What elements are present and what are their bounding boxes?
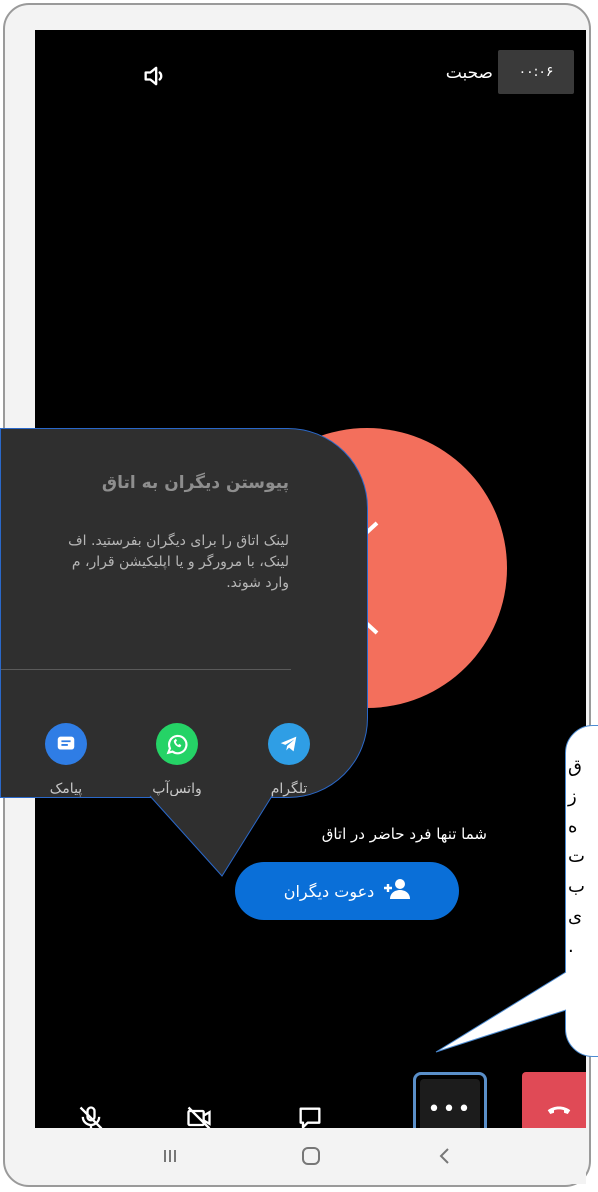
- callout-line: ی: [568, 906, 583, 927]
- room-title: صحبت: [445, 63, 493, 83]
- tutorial-callout: ق ز ه ت ب ی .: [565, 725, 598, 1057]
- callout-line: ق: [568, 756, 582, 777]
- popup-description: لینک اتاق را برای دیگران بفرستید. اف لین…: [1, 531, 289, 594]
- share-whatsapp[interactable]: واتس‌آپ: [136, 723, 218, 797]
- popup-desc-line: لینک، با مرورگر و یا اپلیکیشن قرار، م: [71, 554, 289, 570]
- share-label: تلگرام: [270, 781, 308, 797]
- alone-message: شما تنها فرد حاضر در اتاق: [321, 825, 487, 843]
- recents-icon[interactable]: [140, 1128, 200, 1184]
- invite-popup: پیوستن دیگران به اتاق لینک اتاق را برای …: [0, 428, 368, 798]
- whatsapp-icon: [156, 723, 198, 765]
- share-telegram[interactable]: تلگرام: [248, 723, 330, 797]
- callout-line: ز: [568, 786, 577, 807]
- hangup-button[interactable]: [522, 1072, 586, 1128]
- add-person-icon: [384, 878, 411, 904]
- mic-off-icon[interactable]: [61, 1090, 121, 1128]
- home-icon[interactable]: [281, 1128, 341, 1184]
- callout-line: ه: [568, 816, 578, 837]
- call-timer: ۰۰:۰۶: [498, 50, 574, 94]
- chat-icon[interactable]: [280, 1090, 340, 1128]
- popup-title: پیوستن دیگران به اتاق: [101, 473, 289, 493]
- camera-off-icon[interactable]: [169, 1090, 229, 1128]
- telegram-icon: [268, 723, 310, 765]
- share-sms[interactable]: پیامک: [25, 723, 107, 797]
- more-options-button[interactable]: •••: [413, 1072, 487, 1128]
- more-icon: •••: [420, 1079, 480, 1128]
- invite-others-button[interactable]: دعوت دیگران: [235, 862, 459, 920]
- back-icon[interactable]: [415, 1128, 475, 1184]
- callout-line: .: [568, 936, 574, 957]
- popup-divider: [1, 669, 291, 670]
- speaker-icon[interactable]: [137, 58, 173, 94]
- share-label: واتس‌آپ: [152, 781, 202, 797]
- share-label: پیامک: [49, 781, 83, 797]
- callout-text: ق ز ه ت ب ی .: [568, 752, 598, 962]
- android-nav-bar: [35, 1128, 586, 1184]
- popup-desc-line: وارد شوند.: [226, 575, 289, 591]
- callout-line: ب: [568, 876, 585, 897]
- sms-icon: [45, 723, 87, 765]
- callout-line: ت: [568, 846, 585, 867]
- hangup-icon: [547, 1106, 571, 1114]
- popup-desc-line: لینک اتاق را برای دیگران بفرستید. اف: [68, 533, 289, 549]
- invite-label: دعوت دیگران: [283, 881, 375, 901]
